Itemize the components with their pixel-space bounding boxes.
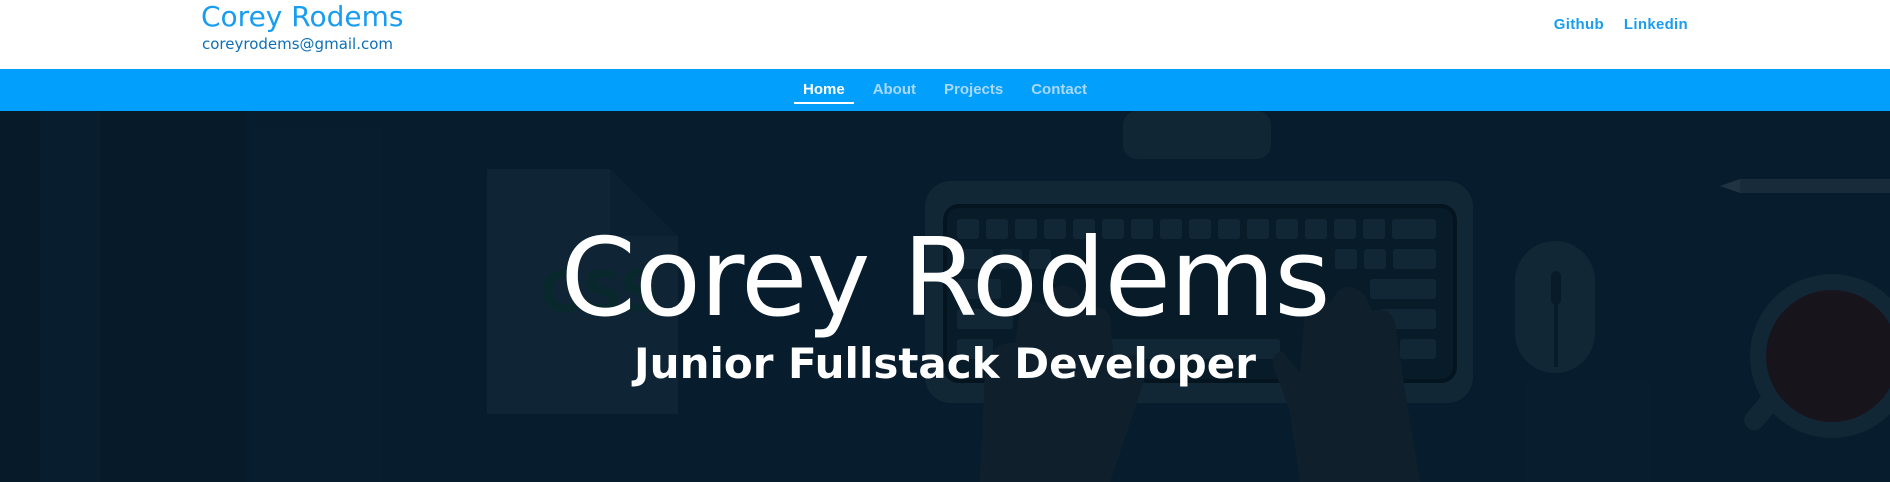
brand-email[interactable]: coreyrodems@gmail.com bbox=[202, 35, 393, 53]
brand-name: Corey Rodems bbox=[201, 0, 404, 33]
nav-item-home[interactable]: Home bbox=[794, 69, 854, 111]
hero-title: Corey Rodems bbox=[560, 216, 1331, 341]
top-header: Corey Rodems coreyrodems@gmail.com Githu… bbox=[0, 0, 1890, 69]
linkedin-link[interactable]: Linkedin bbox=[1624, 16, 1688, 33]
main-nav: Home About Projects Contact bbox=[0, 69, 1890, 111]
nav-items: Home About Projects Contact bbox=[794, 69, 1096, 111]
hero-subtitle: Junior Fullstack Developer bbox=[634, 339, 1256, 388]
nav-item-projects[interactable]: Projects bbox=[935, 69, 1012, 111]
nav-item-about[interactable]: About bbox=[864, 69, 925, 111]
social-links: Github Linkedin bbox=[1554, 16, 1688, 33]
nav-item-contact[interactable]: Contact bbox=[1022, 69, 1096, 111]
github-link[interactable]: Github bbox=[1554, 16, 1604, 33]
hero-section: CSS Corey Rodems Junior Fullstack Develo… bbox=[0, 111, 1890, 482]
